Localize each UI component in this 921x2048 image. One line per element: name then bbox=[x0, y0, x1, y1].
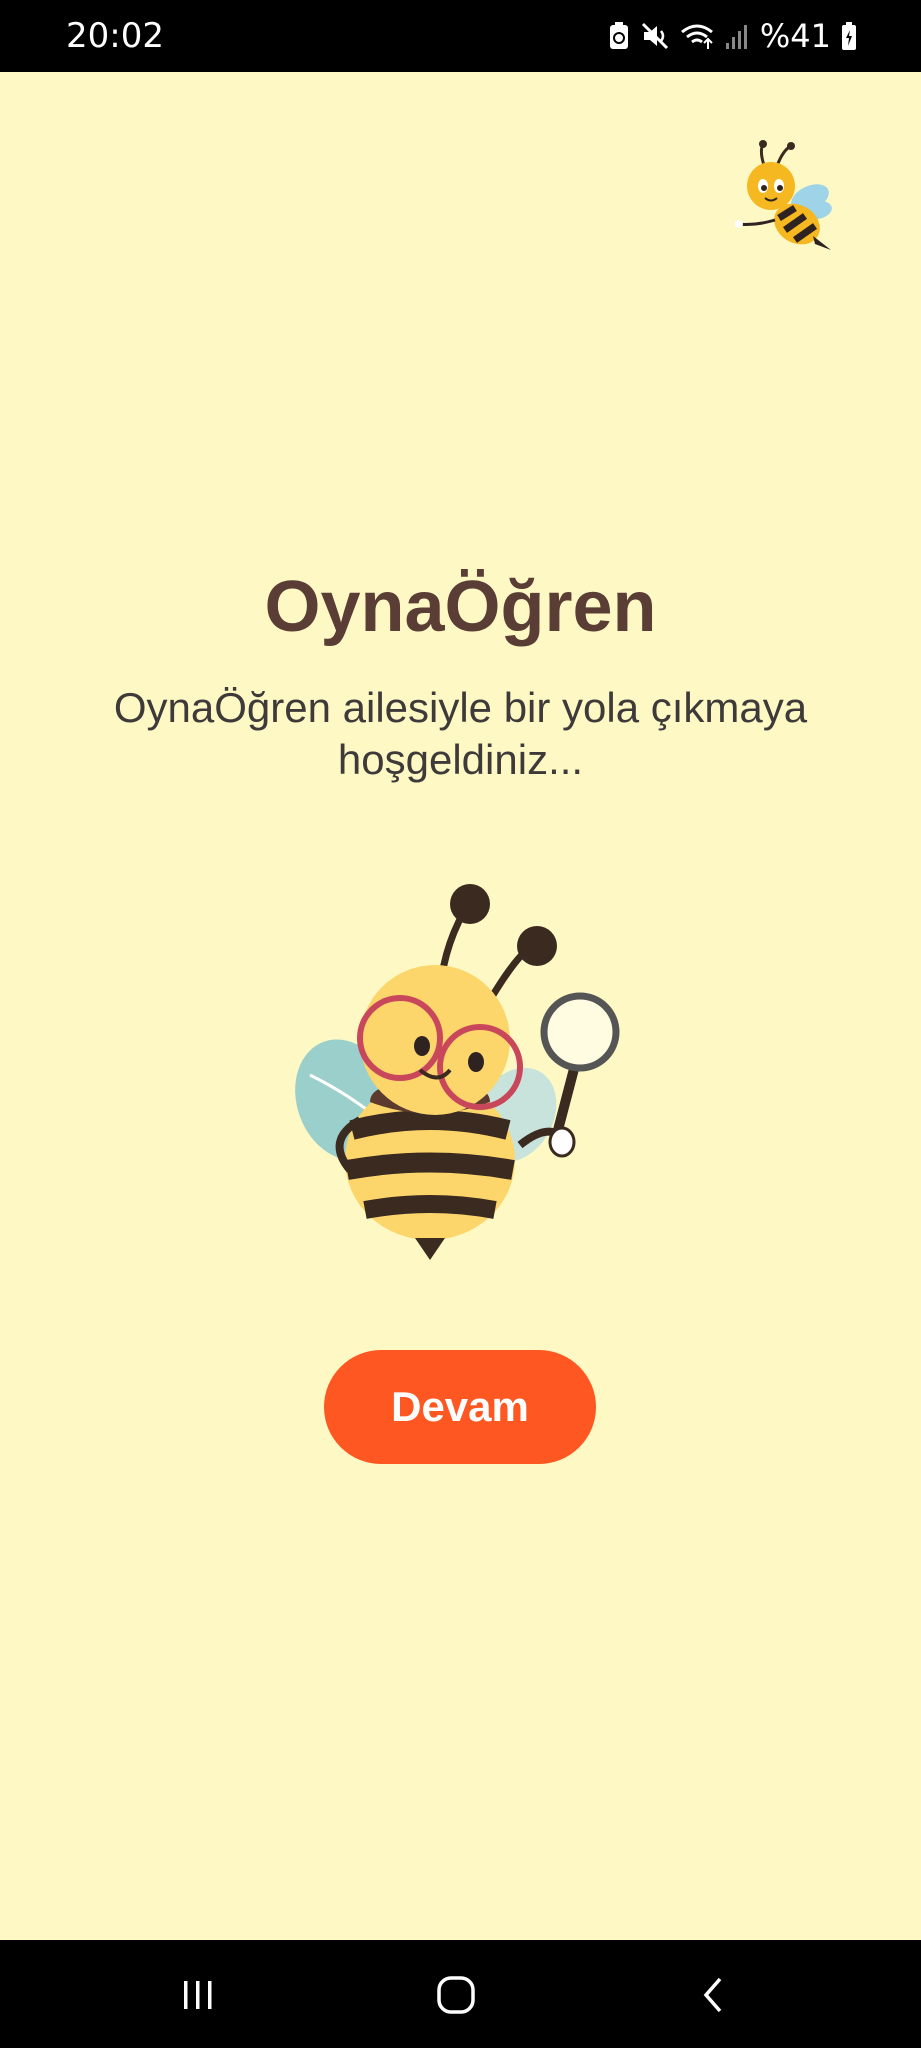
recents-icon[interactable] bbox=[168, 1968, 228, 2022]
navigation-bar bbox=[0, 1940, 921, 2048]
wifi-icon bbox=[680, 21, 714, 51]
app-title: OynaÖğren bbox=[264, 567, 657, 647]
battery-percentage: %41 bbox=[759, 17, 831, 55]
signal-icon bbox=[724, 21, 750, 51]
welcome-subtitle: OynaÖğren ailesiyle bir yola çıkmaya hoş… bbox=[113, 684, 808, 783]
status-bar: 20:02 %41 bbox=[0, 0, 921, 72]
home-icon[interactable] bbox=[426, 1968, 486, 2022]
status-time: 20:02 bbox=[66, 16, 164, 56]
back-icon[interactable] bbox=[684, 1968, 744, 2022]
bee-with-magnifier-image bbox=[290, 880, 630, 1265]
welcome-screen: 20:02 %41 OynaÖğren OynaÖğren ailesiyle … bbox=[0, 0, 921, 2048]
mute-icon bbox=[640, 21, 670, 51]
status-icons: %41 bbox=[608, 14, 857, 58]
battery-saver-icon bbox=[608, 21, 630, 51]
battery-icon bbox=[841, 21, 857, 51]
corner-bee-image bbox=[735, 138, 840, 258]
continue-button[interactable]: Devam bbox=[324, 1350, 596, 1464]
